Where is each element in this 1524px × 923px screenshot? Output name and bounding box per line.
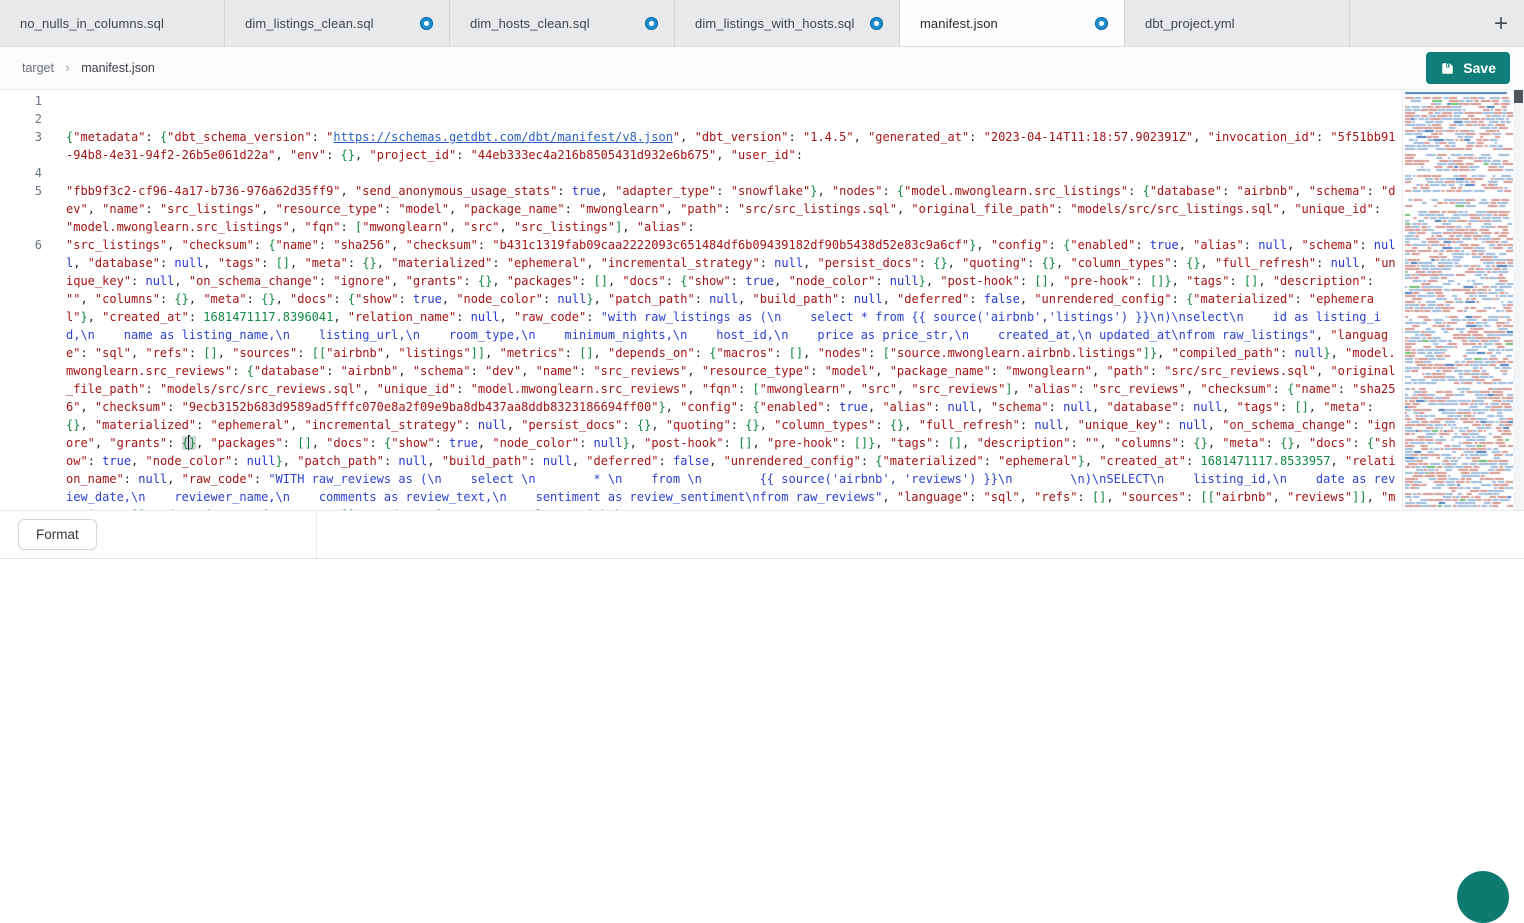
tab-dim_listings_with_hosts.sql[interactable]: dim_listings_with_hosts.sql	[675, 0, 900, 46]
tabs-container: no_nulls_in_columns.sql dim_listings_clea…	[0, 0, 1524, 46]
breadcrumb-folder: target	[22, 61, 54, 75]
line-number: 3	[0, 128, 42, 164]
chevron-right-icon: ›	[65, 60, 69, 75]
url-link[interactable]: https://schemas.getdbt.com/dbt/manifest/…	[333, 130, 673, 144]
unsaved-changes-icon[interactable]	[420, 17, 433, 30]
tab-label: dim_listings_clean.sql	[245, 16, 410, 31]
line-text: {"metadata": {"dbt_schema_version": "htt…	[66, 128, 1402, 164]
format-button[interactable]: Format	[18, 519, 97, 550]
unsaved-changes-icon[interactable]	[870, 17, 883, 30]
tab-label: no_nulls_in_columns.sql	[20, 16, 208, 31]
unsaved-changes-icon[interactable]	[1095, 17, 1108, 30]
file-header: target › manifest.json Save	[0, 47, 1524, 90]
bottom-panel	[0, 559, 1524, 875]
scrollbar-thumb[interactable]	[1514, 90, 1523, 103]
line-text	[66, 164, 1402, 182]
tab-label: dbt_project.yml	[1145, 16, 1333, 31]
tab-bar: no_nulls_in_columns.sql dim_listings_clea…	[0, 0, 1524, 47]
code-line: 2	[0, 110, 1402, 128]
tab-label: manifest.json	[920, 16, 1085, 31]
tab-dim_hosts_clean.sql[interactable]: dim_hosts_clean.sql	[450, 0, 675, 46]
minimap[interactable]	[1402, 90, 1513, 510]
pane-divider	[316, 511, 317, 558]
save-icon	[1440, 61, 1455, 76]
code-line: 4	[0, 164, 1402, 182]
code-line: 5 "fbb9f3c2-cf96-4a17-b736-976a62d35ff9",…	[0, 182, 1402, 236]
line-text: "src_listings", "checksum": {"name": "sh…	[66, 236, 1402, 510]
save-button[interactable]: Save	[1426, 52, 1510, 84]
tab-manifest.json[interactable]: manifest.json	[900, 0, 1125, 46]
code-editor[interactable]: 123 {"metadata": {"dbt_schema_version": "…	[0, 90, 1524, 510]
chat-bubble-button[interactable]	[1457, 871, 1509, 923]
line-number: 1	[0, 92, 42, 110]
line-number: 5	[0, 182, 42, 236]
minimap-canvas	[1403, 90, 1513, 510]
save-label: Save	[1463, 60, 1496, 76]
scrollbar-track[interactable]	[1513, 90, 1524, 510]
tab-label: dim_hosts_clean.sql	[470, 16, 635, 31]
tab-no_nulls_in_columns.sql[interactable]: no_nulls_in_columns.sql	[0, 0, 225, 46]
code-line: 1	[0, 92, 1402, 110]
code-lines[interactable]: 123 {"metadata": {"dbt_schema_version": "…	[0, 90, 1402, 510]
format-bar: Format	[0, 510, 1524, 559]
line-text	[66, 110, 1402, 128]
tab-dbt_project.yml[interactable]: dbt_project.yml	[1125, 0, 1350, 46]
code-line: 3 {"metadata": {"dbt_schema_version": "ht…	[0, 128, 1402, 164]
unsaved-changes-icon[interactable]	[645, 17, 658, 30]
tab-dim_listings_clean.sql[interactable]: dim_listings_clean.sql	[225, 0, 450, 46]
line-text: "fbb9f3c2-cf96-4a17-b736-976a62d35ff9", …	[66, 182, 1402, 236]
line-text	[66, 92, 1402, 110]
tab-label: dim_listings_with_hosts.sql	[695, 16, 860, 31]
line-number: 6	[0, 236, 42, 510]
breadcrumb: target › manifest.json	[22, 59, 155, 77]
code-line: 6"src_listings", "checksum": {"name": "s…	[0, 236, 1402, 510]
line-number: 4	[0, 164, 42, 182]
new-tab-button[interactable]: +	[1478, 0, 1524, 47]
line-number: 2	[0, 110, 42, 128]
breadcrumb-file: manifest.json	[81, 61, 155, 75]
